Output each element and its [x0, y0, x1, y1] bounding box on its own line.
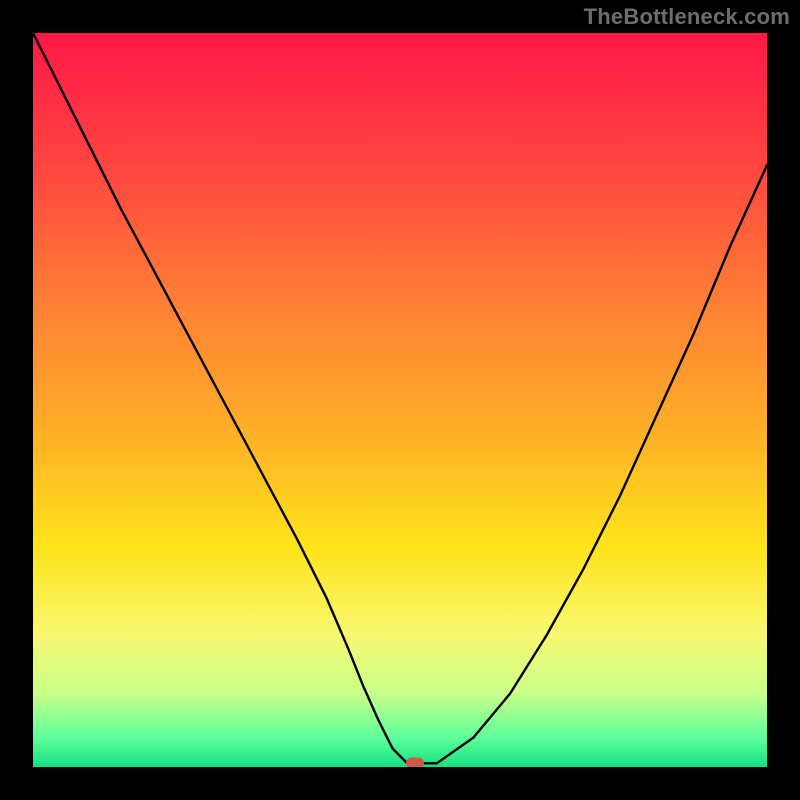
curve-path: [33, 33, 767, 763]
optimum-marker: [406, 758, 424, 767]
chart-frame: TheBottleneck.com: [0, 0, 800, 800]
plot-area: [33, 33, 767, 767]
bottleneck-curve: [33, 33, 767, 767]
watermark-text: TheBottleneck.com: [584, 4, 790, 30]
